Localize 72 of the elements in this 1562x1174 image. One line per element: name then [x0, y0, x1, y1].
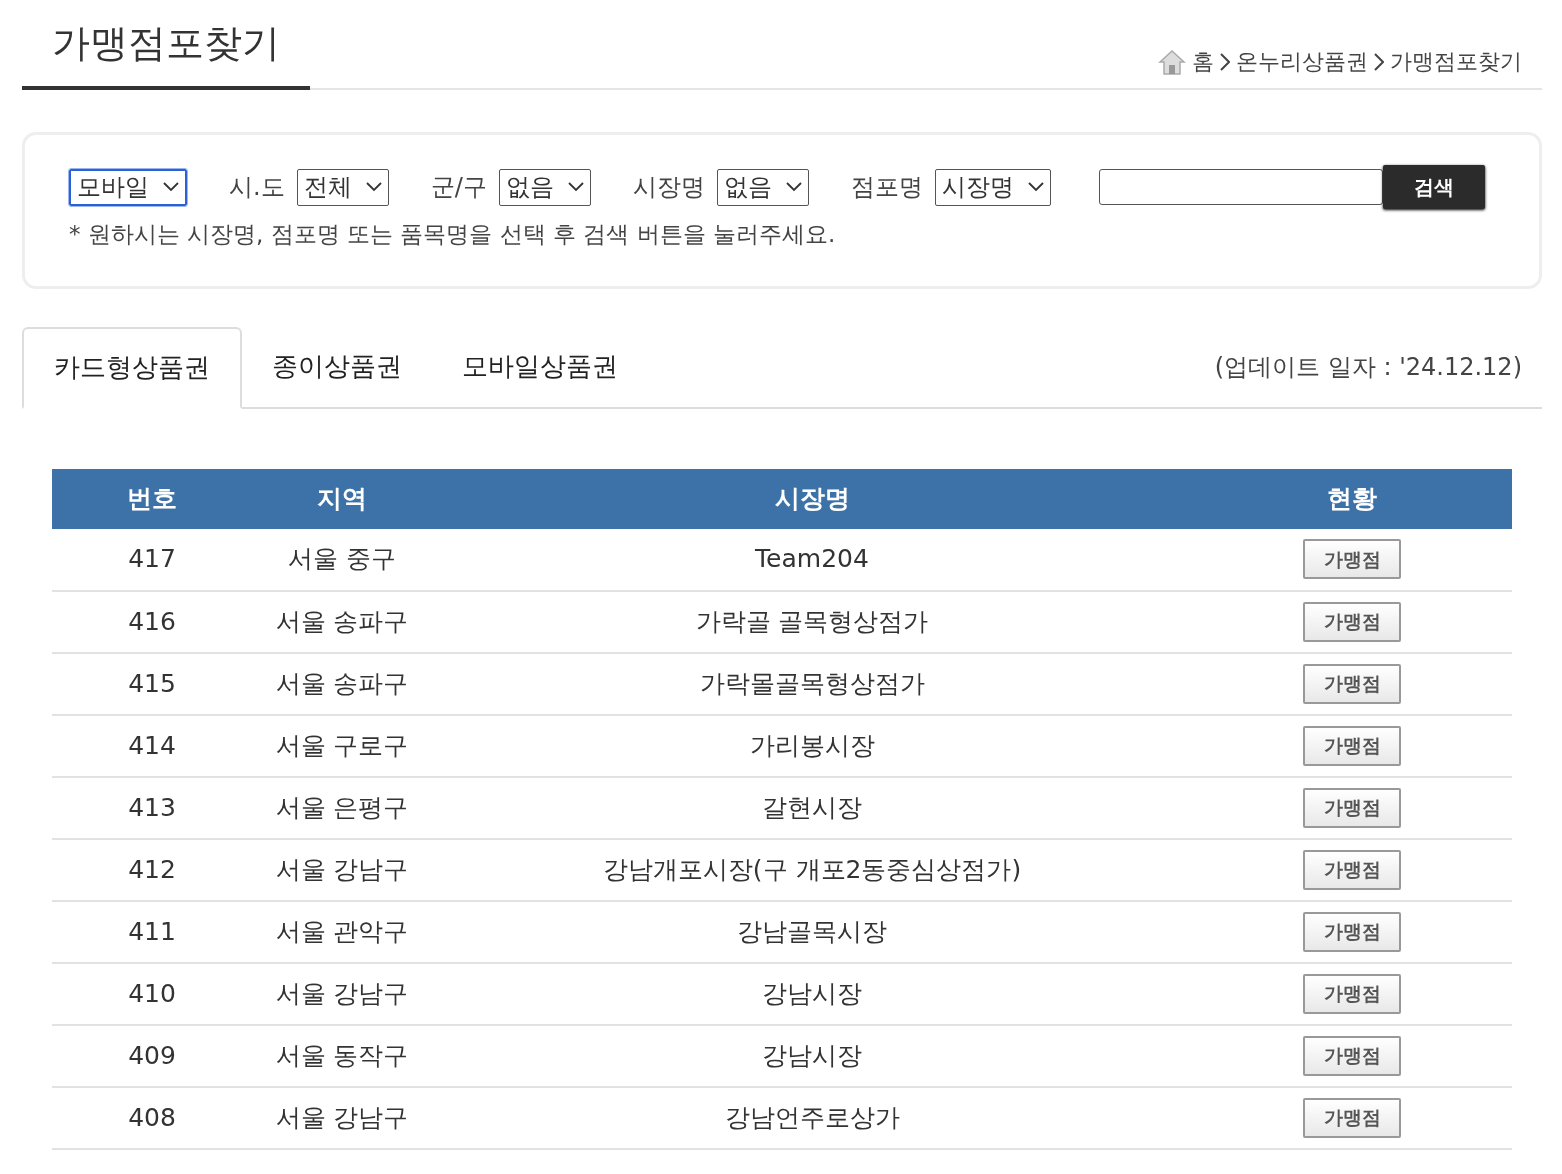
table-cell: 가락골 골목형상점가 [432, 590, 1192, 653]
table-cell: 서울 송파구 [252, 652, 432, 715]
caret-icon [163, 182, 179, 192]
table-cell: 417 [52, 528, 252, 591]
table-cell: 서울 강남구 [252, 838, 432, 901]
table-cell: 409 [52, 1024, 252, 1087]
table-cell: 서울 구로구 [252, 714, 432, 777]
table-cell: 서울 강남구 [252, 1086, 432, 1149]
table-cell: Team204 [432, 528, 1192, 591]
table-cell: 414 [52, 714, 252, 777]
tab[interactable]: 카드형상품권 [22, 326, 242, 409]
select-dropdown[interactable]: 전체 [296, 168, 389, 206]
table-cell: 410 [52, 962, 252, 1025]
store-list-button[interactable]: 가맹점 [1303, 849, 1401, 890]
table-cell: 가리봉시장 [432, 714, 1192, 777]
store-list-button[interactable]: 가맹점 [1303, 663, 1401, 704]
select-dropdown[interactable]: 시장명 [934, 168, 1051, 206]
chevron-icon [1220, 51, 1230, 72]
table-cell: 강남시장 [432, 1024, 1192, 1087]
table-cell: 강남시장 [432, 962, 1192, 1025]
table-cell: 갈현시장 [432, 776, 1192, 839]
table-cell: 서울 관악구 [252, 900, 432, 963]
column-header: 시장명 [432, 468, 1192, 529]
select-dropdown[interactable]: 모바일 [69, 168, 187, 206]
store-list-button[interactable]: 가맹점 [1303, 1035, 1401, 1076]
store-list-button[interactable]: 가맹점 [1303, 787, 1401, 828]
update-date-text: (업데이트 일자 : '24.12.12) [1214, 351, 1523, 383]
table-cell: 415 [52, 652, 252, 715]
table-cell: 강남골목시장 [432, 900, 1192, 963]
select-dropdown[interactable]: 없음 [498, 168, 591, 206]
chevron-icon [1374, 51, 1384, 72]
breadcrumb-link[interactable]: 홈 [1192, 45, 1214, 78]
column-header: 지역 [252, 468, 432, 529]
caret-icon [365, 182, 382, 192]
table-cell: 서울 송파구 [252, 590, 432, 653]
column-header: 현황 [1192, 468, 1512, 529]
table-cell: 서울 동작구 [252, 1024, 432, 1087]
filter-label: 시장명 [632, 172, 705, 203]
select-dropdown[interactable]: 없음 [716, 168, 809, 206]
page-title: 가맹점포찾기 [22, 15, 310, 90]
table-cell: 서울 중구 [252, 528, 432, 591]
caret-icon [567, 182, 584, 192]
filter-label: 군/구 [430, 172, 487, 203]
table-cell: 416 [52, 590, 252, 653]
breadcrumb-link[interactable]: 가맹점포찾기 [1390, 45, 1522, 78]
store-list-button[interactable]: 가맹점 [1303, 911, 1401, 952]
hint-text: * 원하시는 시장명, 점포명 또는 품목명을 선택 후 검색 버튼을 눌러주세요. [69, 220, 837, 249]
column-header: 번호 [52, 468, 252, 529]
table-cell: 413 [52, 776, 252, 839]
caret-icon [785, 182, 802, 192]
table-cell: 강남언주로상가 [432, 1086, 1192, 1149]
table-cell: 408 [52, 1086, 252, 1149]
store-list-button[interactable]: 가맹점 [1303, 725, 1401, 766]
search-input[interactable] [1098, 169, 1383, 205]
store-list-button[interactable]: 가맹점 [1303, 1097, 1401, 1138]
table-cell: 서울 은평구 [252, 776, 432, 839]
table-cell: 서울 강남구 [252, 962, 432, 1025]
filter-label: 점포명 [850, 172, 923, 203]
store-list-button[interactable]: 가맹점 [1303, 539, 1401, 580]
tab[interactable]: 종이상품권 [242, 326, 432, 407]
caret-icon [1027, 182, 1044, 192]
filter-label: 시.도 [229, 172, 285, 203]
search-button[interactable]: 검색 [1382, 165, 1485, 209]
store-list-button[interactable]: 가맹점 [1303, 973, 1401, 1014]
breadcrumb-link[interactable]: 온누리상품권 [1236, 45, 1368, 78]
table-cell: 411 [52, 900, 252, 963]
home-icon [1158, 48, 1186, 75]
store-list-button[interactable]: 가맹점 [1303, 601, 1401, 642]
table-cell: 강남개포시장(구 개포2동중심상점가) [432, 838, 1192, 901]
tab[interactable]: 모바일상품권 [432, 326, 648, 407]
table-cell: 가락몰골목형상점가 [432, 652, 1192, 715]
table-cell: 412 [52, 838, 252, 901]
